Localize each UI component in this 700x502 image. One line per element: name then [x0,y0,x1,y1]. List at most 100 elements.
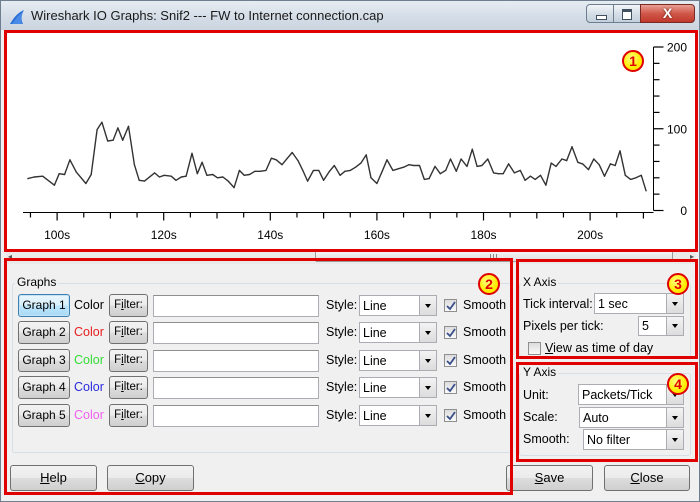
checkmark-icon [446,301,456,311]
scroll-left-arrow-icon[interactable]: ◂ [8,252,18,262]
data-point [158,176,161,178]
graph-1-color-label[interactable]: Color [74,298,104,312]
data-point [259,170,261,172]
pixels-per-tick-dropdown-button[interactable] [666,317,683,335]
graph-3-smooth-label[interactable]: Smooth [463,353,506,367]
graph-2-style-dropdown-button[interactable] [419,323,436,342]
view-time-of-day-checkbox[interactable] [528,342,541,355]
graph-4-style-select[interactable]: Line [359,377,437,398]
graph-4-style-dropdown-button[interactable] [419,378,436,397]
scale-dropdown-button[interactable] [666,408,683,427]
data-point [539,174,542,176]
y-smooth-dropdown-button[interactable] [666,430,683,449]
graph-3-style-dropdown-button[interactable] [419,351,436,370]
graph-3-color-label[interactable]: Color [74,353,104,367]
data-point [281,164,283,166]
graph-2-smooth-label[interactable]: Smooth [463,325,506,339]
scroll-right-arrow-icon[interactable]: ▸ [684,252,694,262]
graph-3-style-label: Style: [326,353,358,367]
graph-1-filter-input[interactable] [153,295,319,317]
graph-1-style-dropdown-button[interactable] [419,296,436,315]
graph-1-smooth-label[interactable]: Smooth [463,298,506,312]
data-point [112,139,114,141]
data-point [233,187,235,189]
minimize-button[interactable] [586,4,614,23]
graph-2-filter-input[interactable] [153,322,319,344]
graph-1-button[interactable]: Graph 1 [18,294,70,317]
graph-3-filter-input[interactable] [153,350,319,372]
graph-4-filter-input[interactable] [153,377,319,399]
data-point [577,161,579,163]
graph-2-style-select[interactable]: Line [359,322,437,343]
data-point [175,179,177,181]
graph-3-button[interactable]: Graph 3 [18,349,70,372]
close-button[interactable]: Close [604,465,690,491]
graph-3-style-select[interactable]: Line [359,350,437,371]
graph-2-smooth-checkbox[interactable] [444,326,457,339]
data-point [645,190,647,192]
graph-1-style-label: Style: [326,298,358,312]
title-bar[interactable]: Wireshark IO Graphs: Snif2 --- FW to Int… [1,1,699,30]
close-window-button[interactable]: X [640,4,695,23]
help-button[interactable]: Help [10,465,97,491]
data-point [455,170,457,172]
graph-4-color-label[interactable]: Color [74,380,104,394]
data-point [365,154,367,156]
annotation-badge-2: 2 [478,273,500,295]
graph-canvas[interactable]: 100s 120s 140s 160s 180s 200s 0 100 200 [6,33,696,249]
data-point [493,172,495,174]
data-point [117,127,119,129]
io-graph-plot: 100s 120s 140s 160s 180s 200s 0 100 200 [23,41,687,242]
y-smooth-select[interactable]: No filter [583,429,684,450]
data-point [582,163,584,165]
graph-1-style-select[interactable]: Line [359,295,437,316]
scale-select[interactable]: Auto [579,407,684,428]
copy-button[interactable]: Copy [107,465,194,491]
data-point [370,177,372,179]
data-point [133,164,135,166]
data-point [566,160,568,162]
data-point [127,125,130,127]
graph-5-filter-button[interactable]: Filter: [109,404,148,427]
graph-5-button[interactable]: Graph 5 [18,404,70,427]
maximize-icon [622,9,632,20]
graph-5-smooth-checkbox[interactable] [444,409,457,422]
data-point [170,175,172,177]
graph-4-smooth-checkbox[interactable] [444,381,457,394]
graph-3-smooth-checkbox[interactable] [444,354,457,367]
graph-2-filter-button[interactable]: Filter: [109,321,148,344]
data-point [180,176,182,178]
graph-4-filter-button[interactable]: Filter: [109,376,148,399]
graph-1-filter-button[interactable]: Filter: [109,294,148,317]
tick-interval-dropdown-button[interactable] [666,294,683,313]
checkmark-icon [446,328,456,338]
graph-5-style-dropdown-button[interactable] [419,406,436,425]
graph-2-color-label[interactable]: Color [74,325,104,339]
graph-2-button[interactable]: Graph 2 [18,321,70,344]
graph-5-filter-input[interactable] [153,405,319,427]
graph-4-smooth-label[interactable]: Smooth [463,380,506,394]
data-point [58,173,60,175]
scrollbar-thumb[interactable] [315,250,673,262]
view-time-of-day-label[interactable]: View as time of day [545,341,653,355]
data-point [270,157,272,159]
data-point [297,160,299,162]
graph-1-smooth-checkbox[interactable] [444,299,457,312]
graph-5-style-select[interactable]: Line [359,405,437,426]
data-point [138,179,140,181]
pixels-per-tick-select[interactable]: 5 [638,316,684,336]
save-button[interactable]: Save [506,465,593,491]
graph-4-button[interactable]: Graph 4 [18,376,70,399]
graph-3-filter-button[interactable]: Filter: [109,349,148,372]
maximize-button[interactable] [613,4,641,23]
data-point [408,164,410,166]
graph-5-smooth-label[interactable]: Smooth [463,408,506,422]
chevron-down-icon [425,414,431,418]
graph-5-color-label[interactable]: Color [74,408,104,422]
data-point [27,178,29,180]
data-point [593,158,595,160]
data-point [571,146,573,148]
annotation-badge-4: 4 [667,373,689,395]
tick-interval-select[interactable]: 1 sec [594,293,684,314]
graph-horizontal-scrollbar[interactable]: ◂ ▸ [6,249,696,264]
